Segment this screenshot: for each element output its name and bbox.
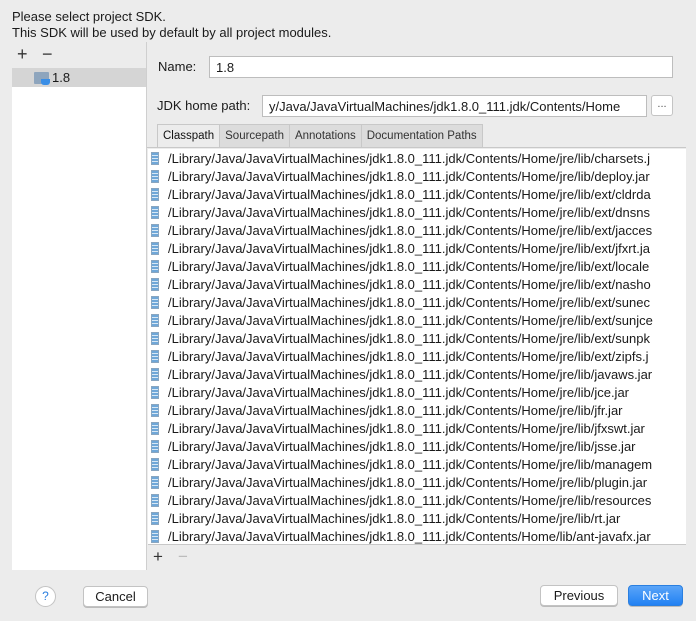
remove-sdk-button[interactable]: − — [42, 44, 53, 65]
name-input[interactable]: 1.8 — [209, 56, 673, 78]
tab-annotations[interactable]: Annotations — [289, 124, 362, 148]
cancel-button[interactable]: Cancel — [83, 586, 148, 607]
classpath-path: /Library/Java/JavaVirtualMachines/jdk1.8… — [168, 366, 653, 382]
classpath-path: /Library/Java/JavaVirtualMachines/jdk1.8… — [168, 420, 645, 436]
classpath-path: /Library/Java/JavaVirtualMachines/jdk1.8… — [168, 168, 650, 184]
classpath-path: /Library/Java/JavaVirtualMachines/jdk1.8… — [168, 402, 623, 418]
classpath-path: /Library/Java/JavaVirtualMachines/jdk1.8… — [168, 204, 650, 220]
tab-bar: Classpath Sourcepath Annotations Documen… — [157, 124, 483, 148]
tab-documentation-paths[interactable]: Documentation Paths — [361, 124, 483, 148]
classpath-path: /Library/Java/JavaVirtualMachines/jdk1.8… — [168, 438, 636, 454]
classpath-row[interactable]: /Library/Java/JavaVirtualMachines/jdk1.8… — [148, 365, 686, 383]
classpath-row[interactable]: /Library/Java/JavaVirtualMachines/jdk1.8… — [148, 491, 686, 509]
classpath-row[interactable]: /Library/Java/JavaVirtualMachines/jdk1.8… — [148, 455, 686, 473]
classpath-row[interactable]: /Library/Java/JavaVirtualMachines/jdk1.8… — [148, 311, 686, 329]
classpath-row[interactable]: /Library/Java/JavaVirtualMachines/jdk1.8… — [148, 347, 686, 365]
divider — [147, 147, 686, 148]
classpath-list[interactable]: /Library/Java/JavaVirtualMachines/jdk1.8… — [148, 149, 686, 545]
add-path-button[interactable]: + — [153, 547, 163, 567]
home-path-input[interactable]: y/Java/JavaVirtualMachines/jdk1.8.0_111.… — [262, 95, 647, 117]
classpath-row[interactable]: /Library/Java/JavaVirtualMachines/jdk1.8… — [148, 239, 686, 257]
classpath-path: /Library/Java/JavaVirtualMachines/jdk1.8… — [168, 528, 651, 544]
sdk-item-label: 1.8 — [52, 70, 71, 85]
classpath-row[interactable]: /Library/Java/JavaVirtualMachines/jdk1.8… — [148, 257, 686, 275]
tab-classpath[interactable]: Classpath — [157, 124, 221, 148]
classpath-path: /Library/Java/JavaVirtualMachines/jdk1.8… — [168, 492, 652, 508]
browse-button[interactable]: ... — [651, 95, 673, 116]
classpath-row[interactable]: /Library/Java/JavaVirtualMachines/jdk1.8… — [148, 185, 686, 203]
jar-icon — [151, 385, 159, 399]
classpath-row[interactable]: /Library/Java/JavaVirtualMachines/jdk1.8… — [148, 527, 686, 544]
jar-icon — [151, 439, 159, 453]
jar-icon — [151, 367, 159, 381]
classpath-path: /Library/Java/JavaVirtualMachines/jdk1.8… — [168, 186, 651, 202]
jdk-folder-icon — [34, 71, 50, 85]
intro-text: Please select project SDK. This SDK will… — [12, 9, 331, 41]
classpath-path: /Library/Java/JavaVirtualMachines/jdk1.8… — [168, 222, 653, 238]
classpath-row[interactable]: /Library/Java/JavaVirtualMachines/jdk1.8… — [148, 383, 686, 401]
classpath-row[interactable]: /Library/Java/JavaVirtualMachines/jdk1.8… — [148, 401, 686, 419]
classpath-path: /Library/Java/JavaVirtualMachines/jdk1.8… — [168, 474, 648, 490]
jar-icon — [151, 241, 159, 255]
add-sdk-button[interactable]: + — [17, 44, 28, 65]
jar-icon — [151, 403, 159, 417]
classpath-path: /Library/Java/JavaVirtualMachines/jdk1.8… — [168, 348, 649, 364]
classpath-path: /Library/Java/JavaVirtualMachines/jdk1.8… — [168, 384, 630, 400]
classpath-path: /Library/Java/JavaVirtualMachines/jdk1.8… — [168, 330, 650, 346]
sdk-list[interactable]: 1.8 — [12, 68, 146, 570]
jar-icon — [151, 223, 159, 237]
classpath-path: /Library/Java/JavaVirtualMachines/jdk1.8… — [168, 456, 653, 472]
jar-icon — [151, 151, 159, 165]
help-button[interactable]: ? — [35, 586, 56, 607]
jar-icon — [151, 295, 159, 309]
classpath-path: /Library/Java/JavaVirtualMachines/jdk1.8… — [168, 294, 650, 310]
jar-icon — [151, 187, 159, 201]
jar-icon — [151, 475, 159, 489]
classpath-row[interactable]: /Library/Java/JavaVirtualMachines/jdk1.8… — [148, 167, 686, 185]
jar-icon — [151, 169, 159, 183]
name-label: Name: — [158, 59, 197, 74]
jar-icon — [151, 457, 159, 471]
intro-line-1: Please select project SDK. — [12, 9, 166, 24]
classpath-path: /Library/Java/JavaVirtualMachines/jdk1.8… — [168, 150, 650, 166]
jar-icon — [151, 511, 159, 525]
classpath-row[interactable]: /Library/Java/JavaVirtualMachines/jdk1.8… — [148, 329, 686, 347]
jar-icon — [151, 313, 159, 327]
jar-icon — [151, 529, 159, 543]
jar-icon — [151, 205, 159, 219]
classpath-path: /Library/Java/JavaVirtualMachines/jdk1.8… — [168, 258, 650, 274]
jar-icon — [151, 259, 159, 273]
sdk-list-item[interactable]: 1.8 — [12, 68, 146, 87]
jar-icon — [151, 349, 159, 363]
jar-icon — [151, 277, 159, 291]
classpath-path: /Library/Java/JavaVirtualMachines/jdk1.8… — [168, 312, 653, 328]
classpath-row[interactable]: /Library/Java/JavaVirtualMachines/jdk1.8… — [148, 419, 686, 437]
classpath-row[interactable]: /Library/Java/JavaVirtualMachines/jdk1.8… — [148, 275, 686, 293]
classpath-row[interactable]: /Library/Java/JavaVirtualMachines/jdk1.8… — [148, 473, 686, 491]
classpath-path: /Library/Java/JavaVirtualMachines/jdk1.8… — [168, 510, 621, 526]
home-path-label: JDK home path: — [157, 98, 251, 113]
divider — [146, 42, 147, 570]
classpath-path: /Library/Java/JavaVirtualMachines/jdk1.8… — [168, 276, 651, 292]
classpath-row[interactable]: /Library/Java/JavaVirtualMachines/jdk1.8… — [148, 509, 686, 527]
classpath-row[interactable]: /Library/Java/JavaVirtualMachines/jdk1.8… — [148, 203, 686, 221]
classpath-row[interactable]: /Library/Java/JavaVirtualMachines/jdk1.8… — [148, 149, 686, 167]
classpath-path: /Library/Java/JavaVirtualMachines/jdk1.8… — [168, 240, 650, 256]
next-button[interactable]: Next — [628, 585, 683, 606]
jar-icon — [151, 331, 159, 345]
classpath-row[interactable]: /Library/Java/JavaVirtualMachines/jdk1.8… — [148, 293, 686, 311]
classpath-row[interactable]: /Library/Java/JavaVirtualMachines/jdk1.8… — [148, 437, 686, 455]
remove-path-button[interactable]: − — [178, 547, 188, 567]
jar-icon — [151, 493, 159, 507]
tab-sourcepath[interactable]: Sourcepath — [220, 124, 290, 148]
previous-button[interactable]: Previous — [540, 585, 618, 606]
intro-line-2: This SDK will be used by default by all … — [12, 25, 332, 40]
jar-icon — [151, 421, 159, 435]
classpath-row[interactable]: /Library/Java/JavaVirtualMachines/jdk1.8… — [148, 221, 686, 239]
